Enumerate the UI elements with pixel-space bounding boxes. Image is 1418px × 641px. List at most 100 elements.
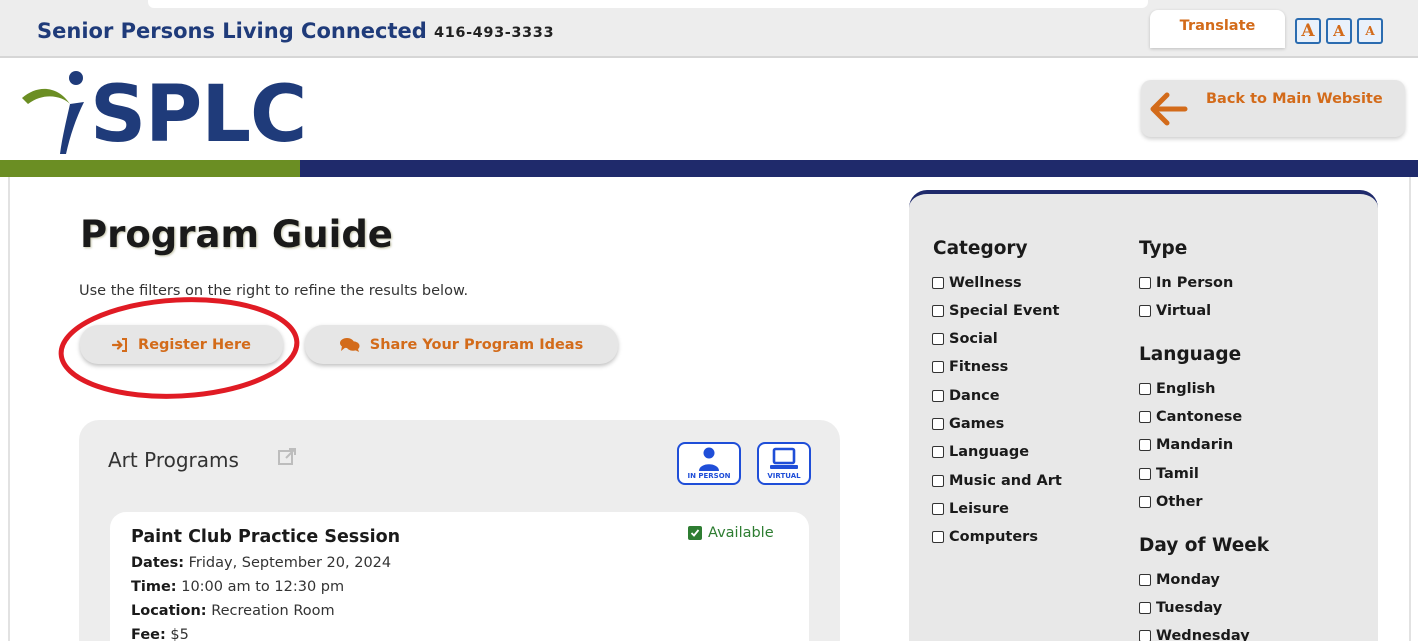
filter-day-monday[interactable]: Monday — [1139, 572, 1220, 588]
checkbox[interactable] — [1139, 496, 1151, 508]
filter-category-computers[interactable]: Computers — [932, 529, 1038, 545]
phone-number[interactable]: 416-493-3333 — [434, 25, 554, 41]
filter-label: Social — [949, 331, 998, 347]
logo-figure-icon — [22, 71, 84, 154]
checkbox[interactable] — [1139, 411, 1151, 423]
filter-label: Computers — [949, 529, 1038, 545]
checkbox[interactable] — [1139, 383, 1151, 395]
checkbox[interactable] — [932, 418, 944, 430]
share-program-ideas-button[interactable]: Share Your Program Ideas — [305, 325, 618, 364]
filter-language-mandarin[interactable]: Mandarin — [1139, 437, 1233, 453]
page-description: Use the filters on the right to refine t… — [79, 283, 469, 299]
checkbox[interactable] — [932, 333, 944, 345]
filter-category-language[interactable]: Language — [932, 444, 1029, 460]
font-size-medium-button[interactable]: A — [1326, 18, 1352, 44]
in-person-label: IN PERSON — [687, 472, 731, 480]
event-card: Paint Club Practice Session Available Da… — [110, 512, 809, 641]
art-programs-section: Art Programs IN PERSON VIRTUAL Paint Clu… — [79, 420, 840, 641]
availability-status: Available — [688, 525, 774, 541]
virtual-label: VIRTUAL — [767, 472, 801, 480]
checkbox[interactable] — [1139, 468, 1151, 480]
time-label: Time: — [131, 579, 177, 595]
font-size-large-button[interactable]: A — [1295, 18, 1321, 44]
filter-language-tamil[interactable]: Tamil — [1139, 466, 1199, 482]
availability-label: Available — [708, 525, 774, 541]
font-size-small-button[interactable]: A — [1357, 18, 1383, 44]
filter-category-fitness[interactable]: Fitness — [932, 359, 1008, 375]
checkbox[interactable] — [1139, 305, 1151, 317]
filter-label: Monday — [1156, 572, 1220, 588]
font-small-icon: A — [1365, 24, 1375, 38]
filter-label: Tuesday — [1156, 600, 1223, 616]
filter-day-wednesday[interactable]: Wednesday — [1139, 628, 1250, 641]
share-label: Share Your Program Ideas — [369, 336, 584, 353]
sign-in-icon — [112, 337, 128, 352]
checkbox[interactable] — [1139, 602, 1151, 614]
checkbox[interactable] — [1139, 630, 1151, 641]
frame-left — [8, 177, 10, 641]
filter-type-in-person[interactable]: In Person — [1139, 275, 1233, 291]
filter-label: Language — [949, 444, 1030, 460]
filter-label: Virtual — [1156, 303, 1212, 319]
translate-button[interactable]: Translate — [1150, 10, 1285, 48]
back-to-main-website-button[interactable]: Back to Main Website — [1141, 80, 1405, 137]
filter-category-games[interactable]: Games — [932, 416, 1004, 432]
page-title: Program Guide — [80, 213, 393, 256]
filter-label: Dance — [949, 388, 1000, 404]
splc-logo[interactable]: SPLC — [18, 64, 307, 160]
event-time: Time: 10:00 am to 12:30 pm — [131, 579, 344, 595]
checkbox[interactable] — [932, 305, 944, 317]
checkbox[interactable] — [1139, 277, 1151, 289]
filter-label: Tamil — [1156, 466, 1199, 482]
frame-right — [1409, 177, 1411, 641]
fee-value: $5 — [170, 627, 189, 641]
external-link-icon[interactable] — [277, 447, 297, 467]
dates-label: Dates: — [131, 555, 185, 571]
filter-language-english[interactable]: English — [1139, 381, 1216, 397]
org-name: Senior Persons Living Connected — [37, 19, 427, 43]
filter-category-music-and-art[interactable]: Music and Art — [932, 473, 1062, 489]
filter-type-virtual[interactable]: Virtual — [1139, 303, 1211, 319]
location-value: Recreation Room — [211, 603, 335, 619]
laptop-icon — [770, 447, 798, 469]
event-fee: Fee: $5 — [131, 627, 189, 641]
register-here-button[interactable]: Register Here — [80, 325, 283, 364]
filter-label: Music and Art — [949, 473, 1062, 489]
checkbox[interactable] — [932, 277, 944, 289]
font-large-icon: A — [1301, 21, 1315, 41]
event-location: Location: Recreation Room — [131, 603, 335, 619]
header-color-bar — [0, 160, 1418, 177]
filter-label: Mandarin — [1156, 437, 1234, 453]
dates-value: Friday, September 20, 2024 — [188, 555, 392, 571]
filter-label: Other — [1156, 494, 1203, 510]
checkbox[interactable] — [932, 446, 944, 458]
filter-category-social[interactable]: Social — [932, 331, 998, 347]
site-header: SPLC Back to Main Website — [0, 60, 1418, 160]
filter-category-leisure[interactable]: Leisure — [932, 501, 1009, 517]
language-heading: Language — [1139, 344, 1242, 365]
filter-category-wellness[interactable]: Wellness — [932, 275, 1022, 291]
register-label: Register Here — [138, 336, 251, 353]
filter-language-cantonese[interactable]: Cantonese — [1139, 409, 1242, 425]
back-label: Back to Main Website — [1206, 91, 1383, 107]
fee-label: Fee: — [131, 627, 166, 641]
checkbox[interactable] — [932, 475, 944, 487]
checkbox[interactable] — [932, 361, 944, 373]
checkbox[interactable] — [932, 503, 944, 515]
checkbox[interactable] — [1139, 439, 1151, 451]
filter-day-tuesday[interactable]: Tuesday — [1139, 600, 1222, 616]
arrow-left-icon — [1150, 92, 1188, 126]
checkbox[interactable] — [932, 531, 944, 543]
filter-label: Leisure — [949, 501, 1009, 517]
font-medium-icon: A — [1333, 22, 1345, 40]
type-heading: Type — [1139, 238, 1188, 259]
checkbox[interactable] — [932, 390, 944, 402]
checkbox[interactable] — [1139, 574, 1151, 586]
filter-category-special-event[interactable]: Special Event — [932, 303, 1059, 319]
category-heading: Category — [933, 238, 1028, 259]
top-strip — [148, 0, 1148, 8]
filter-category-dance[interactable]: Dance — [932, 388, 1000, 404]
section-title: Art Programs — [108, 448, 239, 472]
filter-language-other[interactable]: Other — [1139, 494, 1203, 510]
in-person-badge: IN PERSON — [677, 442, 741, 485]
